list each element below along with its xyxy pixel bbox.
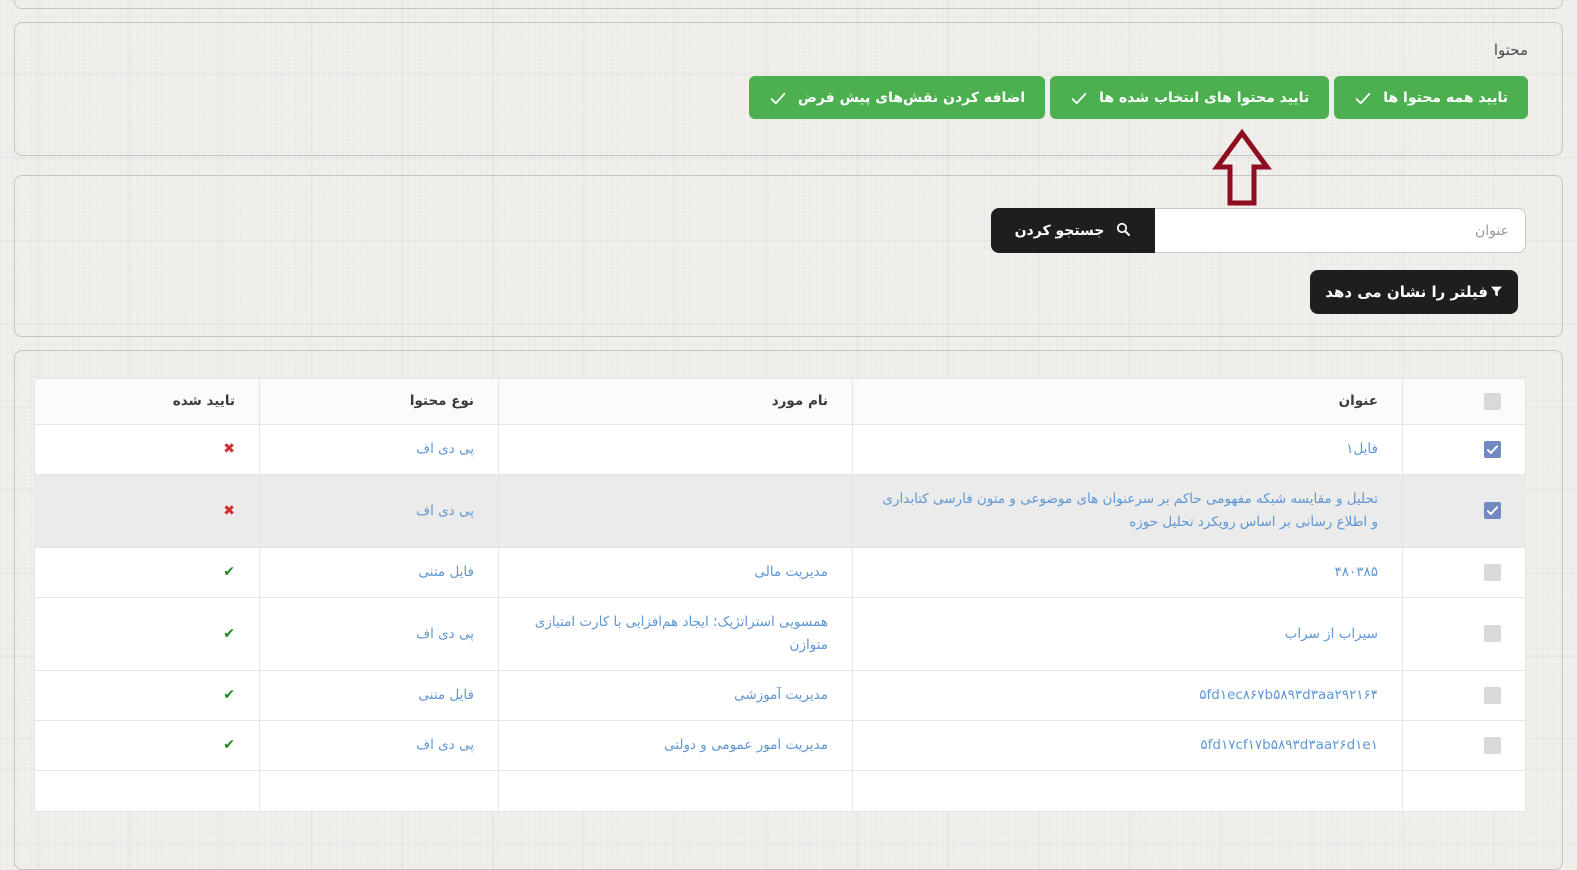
- row-item-name: مدیریت آموزشی: [498, 670, 853, 721]
- title-search-input[interactable]: [1155, 208, 1526, 253]
- not-approved-x-icon: ✖: [223, 502, 235, 519]
- approved-check-icon: ✔: [223, 687, 235, 703]
- row-checkbox-cell: [1402, 670, 1526, 721]
- row-approved-cell: ✖: [34, 474, 260, 548]
- approve-all-label: تایید همه محتوا ها: [1383, 89, 1508, 106]
- add-default-roles-label: اضافه کردن نقش‌های پیش فرض: [798, 89, 1026, 106]
- row-title: فایل۱: [852, 424, 1403, 475]
- row-checkbox[interactable]: [1484, 563, 1501, 581]
- approved-check-icon: ✔: [223, 564, 235, 580]
- content-panel: محتوا تایید همه محتوا ها تایید محتوا های…: [14, 22, 1563, 156]
- row-item-name: [498, 424, 853, 475]
- previous-panel-edge: [14, 0, 1563, 9]
- column-header-title: عنوان: [852, 378, 1403, 425]
- row-checkbox[interactable]: [1484, 502, 1501, 519]
- search-group: جستجو کردن: [51, 208, 1526, 253]
- column-header-content-type: نوع محتوا: [259, 378, 499, 425]
- table-row: ۵fd۱ec۸۶۷b۵۸۹۳d۳aa۲۹۲۱۶۴ مدیریت آموزشی فای…: [34, 670, 1526, 721]
- search-icon: [1115, 221, 1131, 241]
- table-row: فایل۱ پی دی اف ✖: [34, 424, 1526, 475]
- row-checkbox-cell: [1402, 720, 1526, 771]
- check-icon: [1354, 89, 1372, 107]
- table-row-partial: [34, 770, 1526, 812]
- row-checkbox[interactable]: [1484, 686, 1501, 704]
- add-default-roles-button[interactable]: اضافه کردن نقش‌های پیش فرض: [749, 76, 1046, 119]
- row-checkbox-cell: [1402, 597, 1526, 671]
- select-all-checkbox[interactable]: [1484, 392, 1501, 410]
- search-panel: جستجو کردن فیلتر را نشان می دهد: [14, 175, 1563, 337]
- table-body: فایل۱ پی دی اف ✖ تحلیل و مقایسه شبکه مفهومی…: [34, 424, 1526, 812]
- row-title: تحلیل و مقایسه شبکه مفهومی حاکم بر سرعنو…: [852, 474, 1403, 548]
- check-icon: [769, 89, 787, 107]
- row-title: ۵fd۱۷cf۱۷b۵۸۹۳d۳aa۲۶d۱e۱: [852, 720, 1403, 771]
- show-filter-label: فیلتر را نشان می دهد: [1325, 283, 1488, 301]
- search-button[interactable]: جستجو کردن: [991, 208, 1155, 253]
- approved-check-icon: ✔: [223, 625, 235, 642]
- row-checkbox-cell: [1402, 474, 1526, 548]
- row-title: ۵fd۱ec۸۶۷b۵۸۹۳d۳aa۲۹۲۱۶۴: [852, 670, 1403, 721]
- select-all-cell: [1402, 378, 1526, 425]
- search-button-label: جستجو کردن: [1014, 222, 1105, 239]
- table-row: سیراب از سراب همسویی استراتژیک؛ ایجاد هم‌…: [34, 597, 1526, 671]
- table-panel: عنوان نام مورد نوع محتوا تایید شده فایل۱…: [14, 350, 1563, 870]
- content-table: عنوان نام مورد نوع محتوا تایید شده فایل۱…: [34, 378, 1526, 812]
- approve-selected-label: تایید محتوا های انتخاب شده ها: [1099, 89, 1310, 106]
- row-checkbox[interactable]: [1484, 736, 1501, 754]
- filter-icon: [1490, 283, 1503, 302]
- row-checkbox-cell: [1402, 424, 1526, 475]
- column-header-item-name: نام مورد: [498, 378, 853, 425]
- check-icon: [1070, 89, 1088, 107]
- table-header-row: عنوان نام مورد نوع محتوا تایید شده: [34, 378, 1526, 425]
- row-item-name: مدیریت امور عمومی و دولتی: [498, 720, 853, 771]
- column-header-approved: تایید شده: [34, 378, 260, 425]
- row-content-type: فایل متنی: [259, 670, 499, 721]
- approved-check-icon: ✔: [223, 737, 235, 753]
- not-approved-x-icon: ✖: [223, 441, 235, 457]
- row-approved-cell: ✔: [34, 597, 260, 671]
- content-panel-title: محتوا: [1493, 41, 1528, 59]
- row-title: ۴۸۰۳۸۵: [852, 547, 1403, 598]
- show-filter-button[interactable]: فیلتر را نشان می دهد: [1310, 270, 1518, 314]
- row-item-name: مدیریت مالی: [498, 547, 853, 598]
- table-row: ۴۸۰۳۸۵ مدیریت مالی فایل متنی ✔: [34, 547, 1526, 598]
- approve-selected-button[interactable]: تایید محتوا های انتخاب شده ها: [1050, 76, 1330, 119]
- row-content-type: پی دی اف: [259, 720, 499, 771]
- filter-row: فیلتر را نشان می دهد: [51, 270, 1526, 314]
- row-content-type: فایل متنی: [259, 547, 499, 598]
- content-actions: تایید همه محتوا ها تایید محتوا های انتخا…: [49, 76, 1528, 119]
- row-content-type: پی دی اف: [259, 474, 499, 548]
- row-approved-cell: ✖: [34, 424, 260, 475]
- approve-all-button[interactable]: تایید همه محتوا ها: [1334, 76, 1528, 119]
- row-approved-cell: ✔: [34, 547, 260, 598]
- page: محتوا تایید همه محتوا ها تایید محتوا های…: [0, 0, 1577, 870]
- row-title: سیراب از سراب: [852, 597, 1403, 671]
- table-row: ۵fd۱۷cf۱۷b۵۸۹۳d۳aa۲۶d۱e۱ مدیریت امور عموم…: [34, 720, 1526, 771]
- row-item-name: همسویی استراتژیک؛ ایجاد هم‌افزایی با کار…: [498, 597, 853, 671]
- row-content-type: پی دی اف: [259, 597, 499, 671]
- row-checkbox[interactable]: [1484, 440, 1501, 458]
- row-content-type: پی دی اف: [259, 424, 499, 475]
- row-approved-cell: ✔: [34, 720, 260, 771]
- row-checkbox[interactable]: [1484, 625, 1501, 642]
- row-checkbox-cell: [1402, 547, 1526, 598]
- table-row: تحلیل و مقایسه شبکه مفهومی حاکم بر سرعنو…: [34, 474, 1526, 548]
- row-item-name: [498, 474, 853, 548]
- row-approved-cell: ✔: [34, 670, 260, 721]
